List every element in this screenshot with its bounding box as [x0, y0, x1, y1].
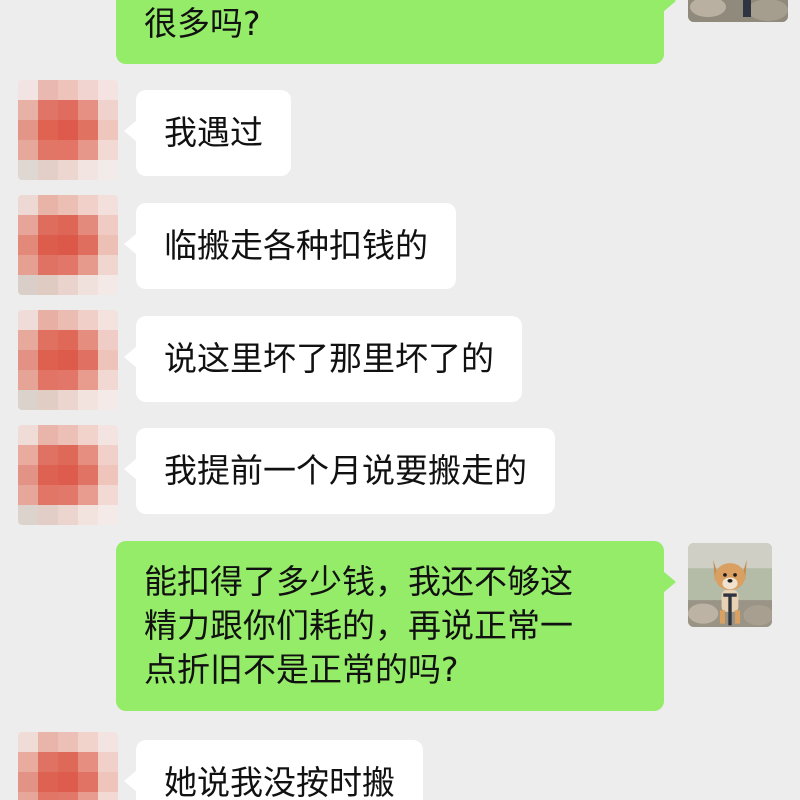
dog-photo-icon — [688, 543, 772, 627]
pixelated-avatar-icon — [18, 732, 118, 800]
other-avatar[interactable] — [18, 425, 118, 525]
self-avatar[interactable] — [688, 0, 788, 22]
pixelated-avatar-icon — [18, 310, 118, 410]
other-avatar[interactable] — [18, 732, 118, 800]
other-avatar[interactable] — [18, 80, 118, 180]
message-bubble-self[interactable]: 能扣得了多少钱，我还不够这 精力跟你们耗的，再说正常一 点折旧不是正常的吗? — [116, 541, 676, 711]
pixelated-avatar-icon — [18, 425, 118, 525]
message-text-line-1: 能扣得了多少钱，我还不够这 — [144, 562, 573, 601]
message-text-line-3: 点折旧不是正常的吗? — [144, 650, 459, 689]
message-text: 很多吗? — [144, 4, 261, 43]
message-bubble-self[interactable]: 很多吗? — [116, 0, 676, 64]
message-bubble-other[interactable]: 我提前一个月说要搬走的 — [124, 428, 555, 514]
message-text: 我遇过 — [164, 113, 263, 152]
message-text: 我提前一个月说要搬走的 — [164, 451, 527, 490]
pixelated-avatar-icon — [18, 80, 118, 180]
pixelated-avatar-icon — [18, 195, 118, 295]
message-text: 临搬走各种扣钱的 — [164, 226, 428, 265]
self-avatar[interactable] — [688, 543, 772, 627]
message-bubble-other[interactable]: 临搬走各种扣钱的 — [124, 203, 456, 289]
dog-photo-icon — [688, 0, 788, 22]
other-avatar[interactable] — [18, 310, 118, 410]
message-text: 她说我没按时搬 — [164, 763, 395, 800]
other-avatar[interactable] — [18, 195, 118, 295]
message-bubble-other[interactable]: 我遇过 — [124, 90, 291, 176]
message-text: 说这里坏了那里坏了的 — [164, 339, 494, 378]
message-text-line-2: 精力跟你们耗的，再说正常一 — [144, 606, 573, 645]
chat-area[interactable]: 很多吗? 我遇过 临搬走各种扣钱的 说这里坏了那里坏了的 我提前一个月说要搬走的… — [0, 0, 800, 800]
message-bubble-other[interactable]: 她说我没按时搬 — [124, 740, 423, 800]
message-bubble-other[interactable]: 说这里坏了那里坏了的 — [124, 316, 522, 402]
